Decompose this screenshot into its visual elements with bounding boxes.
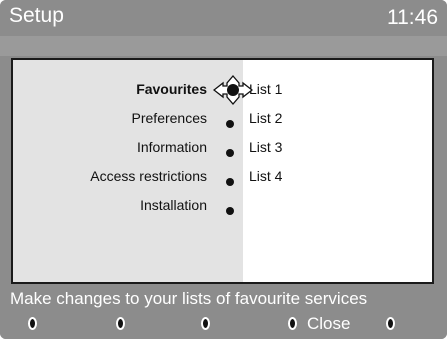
tv-screen: Setup 11:46 Favourites Preferences Infor… — [0, 0, 447, 339]
main-menu: Favourites Preferences Information Acces… — [13, 60, 243, 282]
menu-item-access-restrictions[interactable]: Access restrictions — [90, 167, 207, 185]
setup-menu-panel: Favourites Preferences Information Acces… — [11, 58, 434, 284]
page-title: Setup — [9, 4, 64, 27]
green-key-icon[interactable] — [116, 317, 125, 330]
header-strip — [0, 36, 447, 56]
menu-item-favourites[interactable]: Favourites — [136, 80, 207, 98]
clock: 11:46 — [387, 6, 438, 29]
menu-bullet-icon — [226, 120, 234, 128]
menu-item-preferences[interactable]: Preferences — [132, 109, 207, 127]
list-item-3[interactable]: List 3 — [249, 138, 282, 156]
red-key-icon[interactable] — [28, 317, 37, 330]
favourite-lists: List 1 List 2 List 3 List 4 — [243, 60, 432, 282]
menu-bullet-icon — [226, 207, 234, 215]
list-item-1[interactable]: List 1 — [249, 80, 282, 98]
option-key-icon[interactable] — [386, 317, 395, 330]
list-item-4[interactable]: List 4 — [249, 167, 282, 185]
color-key-bar: Close — [0, 311, 447, 339]
menu-bullet-icon — [226, 149, 234, 157]
help-bar: Make changes to your lists of favourite … — [0, 287, 447, 311]
list-item-2[interactable]: List 2 — [249, 109, 282, 127]
close-label[interactable]: Close — [307, 314, 350, 334]
menu-item-information[interactable]: Information — [137, 138, 207, 156]
navigation-cursor-icon — [213, 75, 253, 105]
blue-key-icon[interactable] — [288, 317, 297, 330]
menu-bullet-icon — [226, 178, 234, 186]
menu-item-installation[interactable]: Installation — [140, 196, 207, 214]
title-bar: Setup 11:46 — [0, 0, 447, 36]
help-text: Make changes to your lists of favourite … — [10, 289, 368, 308]
yellow-key-icon[interactable] — [201, 317, 210, 330]
